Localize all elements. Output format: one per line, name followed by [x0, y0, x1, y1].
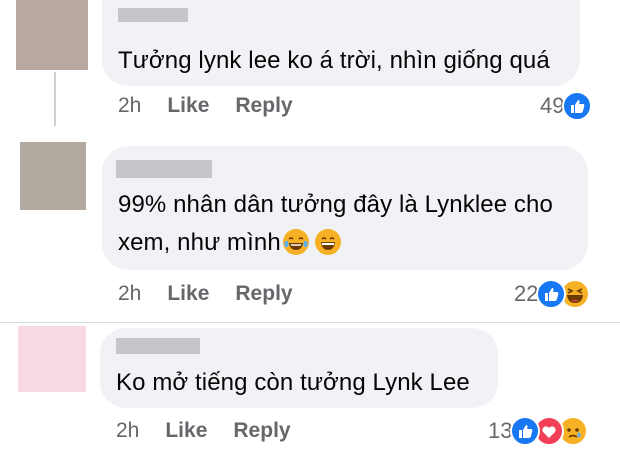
- avatar[interactable]: [20, 142, 86, 210]
- comment-text-continued: xem, như mình: [118, 229, 281, 256]
- comment-time[interactable]: 2h: [118, 94, 141, 118]
- commenter-name[interactable]: [116, 160, 212, 178]
- reply-button[interactable]: Reply: [233, 419, 290, 443]
- comment-time[interactable]: 2h: [116, 419, 139, 443]
- comment-text: Ko mở tiếng còn tưởng Lynk Lee: [116, 369, 470, 396]
- reply-button[interactable]: Reply: [235, 94, 292, 118]
- laughing-tears-emoji: [282, 229, 309, 255]
- comment-actions: 2h Like Reply: [118, 279, 319, 309]
- comment-time[interactable]: 2h: [118, 282, 141, 306]
- reaction-summary[interactable]: 49: [540, 91, 593, 121]
- like-button[interactable]: Like: [167, 282, 209, 306]
- avatar[interactable]: [18, 326, 86, 392]
- like-icon: [510, 416, 541, 446]
- reaction-count: 49: [540, 93, 565, 118]
- commenter-name[interactable]: [116, 338, 200, 354]
- reaction-count: 22: [514, 281, 539, 306]
- comment-actions: 2h Like Reply: [118, 91, 319, 121]
- like-icon: [536, 279, 567, 309]
- comment-text-line2: xem, như mình: [118, 224, 341, 262]
- thread-line: [54, 72, 56, 126]
- like-button[interactable]: Like: [167, 94, 209, 118]
- comment-actions: 2h Like Reply: [116, 416, 317, 446]
- like-button[interactable]: Like: [165, 419, 207, 443]
- comment-text: Tưởng lynk lee ko á trời, nhìn giống quá: [118, 47, 550, 74]
- reaction-count: 13: [488, 418, 513, 443]
- reaction-summary[interactable]: 13: [488, 416, 589, 446]
- commenter-name[interactable]: [118, 8, 188, 22]
- reply-button[interactable]: Reply: [235, 282, 292, 306]
- grinning-emoji: [314, 229, 341, 255]
- divider: [0, 322, 620, 323]
- avatar[interactable]: [16, 0, 88, 70]
- comment-text: 99% nhân dân tưởng đây là Lynklee cho: [118, 191, 553, 218]
- like-icon: [562, 91, 593, 121]
- reaction-summary[interactable]: 22: [514, 279, 591, 309]
